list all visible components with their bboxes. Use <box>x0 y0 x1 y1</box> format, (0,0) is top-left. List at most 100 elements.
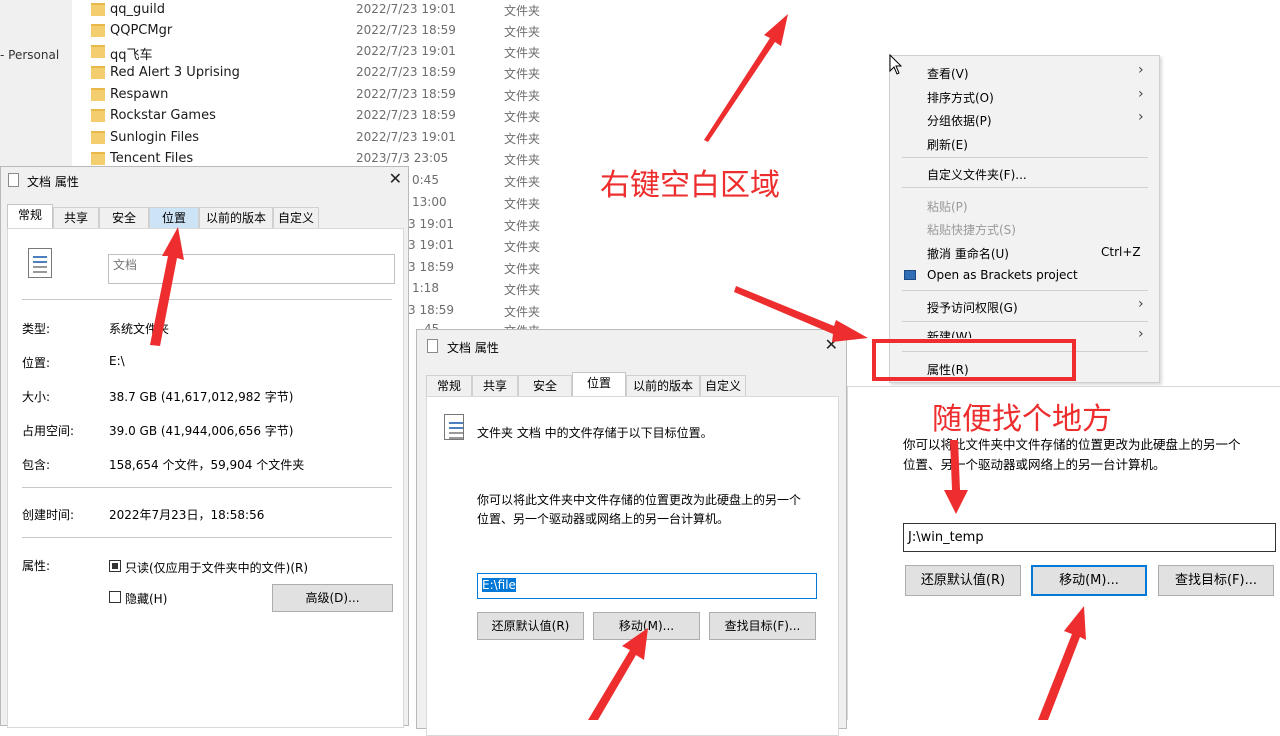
readonly-checkbox[interactable] <box>109 560 121 572</box>
document-folder-icon <box>28 248 52 278</box>
tab-previous-versions[interactable]: 以前的版本 <box>199 207 273 229</box>
menu-item-group-by[interactable]: 分组依据(P) <box>927 112 992 129</box>
restore-default-button[interactable]: 还原默认值(R) <box>477 612 584 640</box>
location-path-input[interactable]: J:\win_temp <box>903 523 1276 552</box>
chevron-right-icon: › <box>1138 62 1144 78</box>
folder-icon <box>91 66 105 79</box>
file-row[interactable]: Rockstar Games 2022/7/23 18:59 文件夹 <box>88 106 558 127</box>
annotation-pick-any-location: 随便找个地方 <box>932 402 1112 437</box>
menu-item-new[interactable]: 新建(W) <box>927 328 972 338</box>
tab-security[interactable]: 安全 <box>518 375 572 397</box>
tab-customize[interactable]: 自定义 <box>700 375 746 397</box>
prop-label: 占用空间: <box>22 424 75 438</box>
general-panel: 文档 类型: 系统文件夹 位置: E:\ 大小: 38.7 GB (41,617… <box>7 228 404 728</box>
menu-item-sort-by[interactable]: 排序方式(O) <box>927 89 994 106</box>
folder-name-input[interactable]: 文档 <box>108 254 395 284</box>
file-row[interactable]: QQPCMgr 2022/7/23 18:59 文件夹 <box>88 21 558 42</box>
chevron-right-icon: › <box>1138 109 1144 125</box>
menu-item-customize-folder[interactable]: 自定义文件夹(F)... <box>927 166 1027 183</box>
tab-general[interactable]: 常规 <box>426 375 472 397</box>
tab-general[interactable]: 常规 <box>7 204 53 229</box>
prop-value-location: E:\ <box>109 354 125 368</box>
close-icon[interactable]: ✕ <box>825 335 838 354</box>
restore-default-button[interactable]: 还原默认值(R) <box>905 565 1021 596</box>
file-date: 2022/7/23 18:59 <box>356 65 456 79</box>
location-desc-line2: 位置、另一个驱动器或网络上的另一台计算机。 <box>903 457 1166 472</box>
prop-value-size: 38.7 GB (41,617,012,982 字节) <box>109 390 294 404</box>
file-date-partial: 0:45 <box>412 173 439 187</box>
file-date: 2022/7/23 18:59 <box>356 23 456 37</box>
file-type-partial: 文件夹 <box>504 305 541 319</box>
menu-item-undo-rename[interactable]: 撤消 重命名(U) <box>927 245 1009 262</box>
folder-icon <box>91 45 105 58</box>
prop-label: 属性: <box>22 559 51 573</box>
file-date: 2022/7/23 19:01 <box>356 44 456 58</box>
file-date-partial: 13:00 <box>412 195 447 209</box>
file-date: 2022/7/23 18:59 <box>356 108 456 122</box>
location-path-input[interactable]: E:\file <box>477 573 817 599</box>
move-button[interactable]: 移动(M)... <box>593 612 700 640</box>
find-target-button[interactable]: 查找目标(F)... <box>1158 565 1274 596</box>
file-row[interactable]: Red Alert 3 Uprising 2022/7/23 18:59 文件夹 <box>88 63 558 84</box>
tab-sharing[interactable]: 共享 <box>53 207 99 229</box>
file-name: Tencent Files <box>110 151 194 166</box>
move-button[interactable]: 移动(M)... <box>1031 565 1147 596</box>
file-type: 文件夹 <box>504 89 541 103</box>
document-folder-icon <box>444 414 464 440</box>
file-type-partial: 文件夹 <box>504 283 541 297</box>
menu-shortcut: Ctrl+Z <box>1101 245 1141 259</box>
file-type-partial: 文件夹 <box>504 262 541 276</box>
file-row[interactable]: qq_guild 2022/7/23 19:01 文件夹 <box>88 0 558 21</box>
separator <box>22 487 392 488</box>
tab-sharing[interactable]: 共享 <box>472 375 518 397</box>
file-name: qq飞车 <box>110 48 153 63</box>
find-target-button[interactable]: 查找目标(F)... <box>709 612 816 640</box>
advanced-button[interactable]: 高级(D)... <box>272 584 393 612</box>
file-name: Rockstar Games <box>110 108 216 123</box>
file-name: qq_guild <box>110 2 165 17</box>
tab-previous-versions[interactable]: 以前的版本 <box>626 375 700 397</box>
file-date: 2022/7/23 18:59 <box>356 87 456 101</box>
file-row[interactable]: Sunlogin Files 2022/7/23 19:01 文件夹 <box>88 128 558 149</box>
folder-doc-icon <box>427 339 438 353</box>
file-name: QQPCMgr <box>110 23 173 38</box>
file-name: Red Alert 3 Uprising <box>110 65 240 80</box>
annotation-right-click-blank-area: 右键空白区域 <box>600 168 780 203</box>
close-icon[interactable]: ✕ <box>389 169 402 188</box>
file-date: 2022/7/23 19:01 <box>356 2 456 16</box>
properties-dialog-general: 文档 属性 ✕ 常规 共享 安全 位置 以前的版本 自定义 文档 类型: 系统文… <box>0 166 409 728</box>
chevron-right-icon: › <box>1138 296 1144 312</box>
prop-value-created: 2022年7月23日，18:58:56 <box>109 508 265 522</box>
file-date-partial: 3 19:01 <box>408 238 455 252</box>
readonly-label: 只读(仅应用于文件夹中的文件)(R) <box>125 561 309 575</box>
location-intro-text: 文件夹 文档 中的文件存储于以下目标位置。 <box>477 426 713 440</box>
menu-item-refresh[interactable]: 刷新(E) <box>927 136 968 153</box>
file-date-partial: 3 18:59 <box>408 303 455 317</box>
tab-location[interactable]: 位置 <box>572 372 626 397</box>
menu-item-give-access[interactable]: 授予访问权限(G) <box>927 299 1018 316</box>
separator <box>22 299 392 300</box>
menu-item-open-as-brackets[interactable]: Open as Brackets project <box>927 268 1078 282</box>
tab-security[interactable]: 安全 <box>99 207 149 229</box>
folder-doc-icon <box>8 173 19 187</box>
separator <box>22 537 392 538</box>
menu-item-view[interactable]: 查看(V) <box>927 65 969 82</box>
prop-label: 类型: <box>22 322 51 336</box>
dialog-title: 文档 属性 <box>27 175 79 189</box>
tab-customize[interactable]: 自定义 <box>273 207 319 229</box>
tab-location[interactable]: 位置 <box>149 207 199 229</box>
file-row[interactable]: Respawn 2022/7/23 18:59 文件夹 <box>88 85 558 106</box>
chevron-right-icon: › <box>1138 326 1144 342</box>
file-row[interactable]: qq飞车 2022/7/23 19:01 文件夹 <box>88 42 558 63</box>
menu-separator <box>902 157 1148 158</box>
file-date-partial: 3 18:59 <box>408 260 455 274</box>
hidden-checkbox[interactable] <box>109 591 121 603</box>
prop-label: 创建时间: <box>22 508 75 522</box>
menu-item-paste-shortcut[interactable]: 粘贴快捷方式(S) <box>927 221 1016 238</box>
menu-separator <box>902 187 1148 188</box>
folder-icon <box>91 131 105 144</box>
dialog-title: 文档 属性 <box>447 341 499 355</box>
nav-item-personal[interactable]: - Personal <box>0 48 59 62</box>
folder-icon <box>91 152 105 165</box>
menu-item-paste[interactable]: 粘贴(P) <box>927 198 968 215</box>
